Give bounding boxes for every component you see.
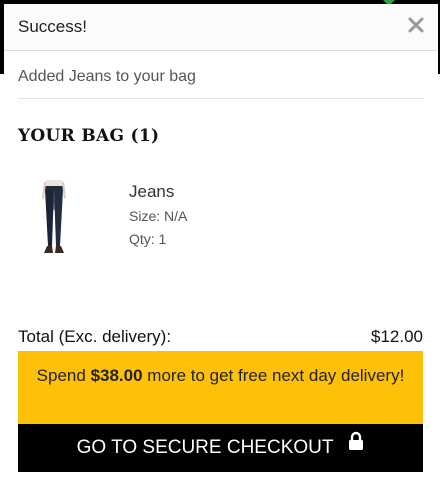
item-size: Size: N/A xyxy=(129,208,188,224)
close-icon[interactable] xyxy=(404,13,428,37)
add-to-bag-modal: Success! Added Jeans to your bag YOUR BA… xyxy=(4,4,438,486)
promo-amount: $38.00 xyxy=(90,366,143,385)
modal-title: Success! xyxy=(18,17,87,36)
promo-prefix: Spend xyxy=(36,366,91,385)
total-label: Total (Exc. delivery): xyxy=(18,327,172,346)
added-notice: Added Jeans to your bag xyxy=(18,68,424,99)
promo-suffix: more to get free next day delivery! xyxy=(142,366,405,385)
checkout-label: GO TO SECURE CHECKOUT xyxy=(76,437,334,459)
total-value: $12.00 xyxy=(371,327,423,346)
item-quantity: Qty: 1 xyxy=(129,231,167,247)
free-delivery-banner: Spend $38.00 more to get free next day d… xyxy=(18,351,423,427)
item-name[interactable]: Jeans xyxy=(129,182,174,202)
checkout-button[interactable]: GO TO SECURE CHECKOUT xyxy=(18,424,423,472)
jeans-product-image[interactable] xyxy=(34,180,74,256)
total-row: Total (Exc. delivery): $12.00 xyxy=(18,327,423,349)
bag-heading: YOUR BAG (1) xyxy=(18,126,160,146)
modal-header: Success! xyxy=(4,4,438,51)
lock-icon xyxy=(348,422,364,470)
